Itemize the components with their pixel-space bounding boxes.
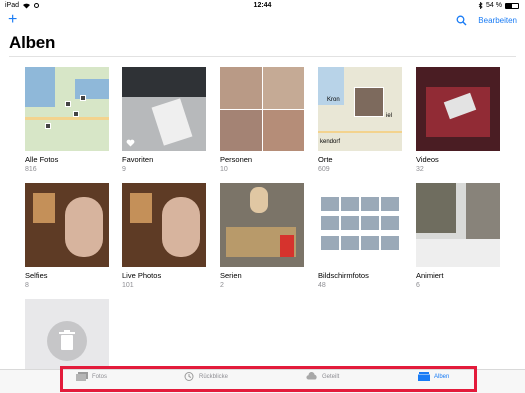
search-icon[interactable] bbox=[456, 15, 467, 26]
add-album-button[interactable]: + bbox=[8, 12, 17, 28]
album-count: 9 bbox=[122, 166, 126, 173]
map-pin bbox=[45, 123, 51, 129]
edit-button[interactable]: Bearbeiten bbox=[478, 16, 517, 25]
album-name: Bildschirmfotos bbox=[318, 271, 369, 280]
photo-object bbox=[151, 98, 193, 146]
album-screenshots[interactable]: Bildschirmfotos 48 bbox=[318, 183, 402, 289]
screenshot-tile bbox=[381, 235, 399, 250]
album-people[interactable]: Personen 10 bbox=[220, 67, 304, 173]
album-name: Personen bbox=[220, 155, 253, 164]
title-divider bbox=[9, 56, 516, 57]
album-name: Videos bbox=[416, 155, 439, 164]
map-label: iel bbox=[386, 113, 393, 119]
album-thumbnail-videos bbox=[416, 67, 500, 151]
album-recently-deleted[interactable] bbox=[25, 299, 109, 369]
album-thumbnail-people bbox=[220, 67, 304, 151]
photo-shadow bbox=[122, 67, 206, 97]
face-shape bbox=[162, 197, 200, 257]
album-name: Animiert bbox=[416, 271, 444, 280]
heart-icon bbox=[126, 139, 135, 147]
status-bar: iPad 12:44 54 % bbox=[0, 0, 525, 12]
album-count: 6 bbox=[416, 282, 420, 289]
screenshot-tile bbox=[341, 235, 359, 250]
screenshot-tile bbox=[361, 216, 379, 231]
tab-bar-highlight-box bbox=[60, 366, 477, 392]
toy-shape bbox=[280, 235, 294, 257]
album-thumbnail-live-photos bbox=[122, 183, 206, 267]
map-road bbox=[25, 117, 109, 120]
person-photo bbox=[220, 109, 262, 151]
album-favorites[interactable]: Favoriten 9 bbox=[122, 67, 206, 173]
album-thumbnail-favorites bbox=[122, 67, 206, 151]
album-thumbnail-screenshots bbox=[318, 183, 402, 267]
map-pin bbox=[80, 95, 86, 101]
snow-ground bbox=[416, 239, 500, 267]
status-right: 54 % bbox=[478, 2, 519, 9]
screenshot-tile bbox=[381, 216, 399, 231]
screenshot-tile bbox=[341, 197, 359, 211]
album-name: Alle Fotos bbox=[25, 155, 59, 164]
battery-percent: 54 % bbox=[486, 2, 502, 9]
tree-shape bbox=[416, 183, 456, 233]
bluetooth-icon bbox=[478, 2, 483, 9]
screenshot-tile bbox=[321, 197, 339, 211]
figure-shape bbox=[33, 193, 55, 223]
figure-shape bbox=[130, 193, 152, 223]
map-pin bbox=[65, 101, 71, 107]
album-selfies[interactable]: Selfies 8 bbox=[25, 183, 109, 289]
page-title: Alben bbox=[9, 33, 56, 52]
album-places[interactable]: Kron iel kendorf Orte 609 bbox=[318, 67, 402, 173]
person-photo bbox=[262, 109, 304, 151]
nav-bar: + Bearbeiten bbox=[0, 12, 525, 32]
person-photo bbox=[262, 67, 304, 109]
album-count: 2 bbox=[220, 282, 224, 289]
album-name: Favoriten bbox=[122, 155, 154, 164]
screenshot-tile bbox=[321, 235, 339, 250]
album-name: Orte bbox=[318, 155, 333, 164]
map-road bbox=[318, 131, 402, 133]
trash-icon bbox=[47, 321, 87, 361]
screenshot-tile bbox=[321, 216, 339, 231]
place-photo bbox=[354, 87, 384, 117]
album-name: Serien bbox=[220, 271, 242, 280]
map-label: kendorf bbox=[320, 139, 341, 145]
screenshot-tile bbox=[381, 197, 399, 211]
album-thumbnail-map bbox=[25, 67, 109, 151]
person-photo bbox=[220, 67, 262, 109]
screenshot-tile bbox=[361, 235, 379, 250]
album-count: 32 bbox=[416, 166, 424, 173]
map-label: Kron bbox=[327, 97, 340, 103]
album-thumbnail-places: Kron iel kendorf bbox=[318, 67, 402, 151]
album-thumbnail-series bbox=[220, 183, 304, 267]
album-count: 8 bbox=[25, 282, 29, 289]
album-live-photos[interactable]: Live Photos 101 bbox=[122, 183, 206, 289]
album-thumbnail-selfies bbox=[25, 183, 109, 267]
face-shape bbox=[65, 197, 103, 257]
screenshot-tile bbox=[341, 216, 359, 231]
album-series[interactable]: Serien 2 bbox=[220, 183, 304, 289]
tree-shape bbox=[466, 183, 500, 243]
album-thumbnail-animated bbox=[416, 183, 500, 267]
album-name: Selfies bbox=[25, 271, 48, 280]
map-pin bbox=[73, 111, 79, 117]
battery-fill bbox=[506, 3, 513, 8]
battery-icon bbox=[505, 2, 519, 9]
album-name: Live Photos bbox=[122, 271, 162, 280]
screenshot-tile bbox=[361, 197, 379, 211]
album-count: 101 bbox=[122, 282, 134, 289]
album-all-photos[interactable]: Alle Fotos 816 bbox=[25, 67, 109, 173]
map-water bbox=[25, 67, 55, 107]
child-shape bbox=[250, 187, 268, 213]
album-count: 816 bbox=[25, 166, 37, 173]
album-count: 48 bbox=[318, 282, 326, 289]
status-time: 12:44 bbox=[253, 2, 272, 9]
album-count: 10 bbox=[220, 166, 228, 173]
album-animated[interactable]: Animiert 6 bbox=[416, 183, 500, 289]
album-videos[interactable]: Videos 32 bbox=[416, 67, 500, 173]
album-count: 609 bbox=[318, 166, 330, 173]
